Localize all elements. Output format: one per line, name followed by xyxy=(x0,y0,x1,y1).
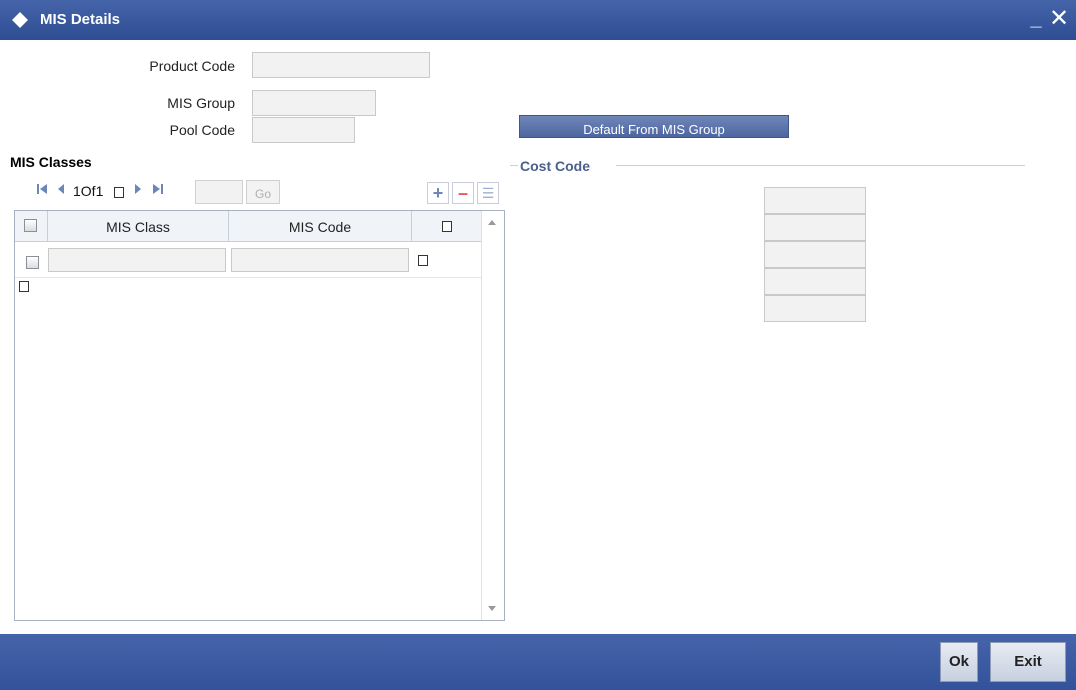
scroll-up-icon[interactable] xyxy=(488,220,496,225)
cost-code-field-3[interactable] xyxy=(764,241,866,268)
diamond-icon xyxy=(12,12,28,28)
mis-details-window: MIS Details _ ✕ Product Code MIS Group P… xyxy=(0,0,1076,690)
delete-row-button[interactable]: – xyxy=(452,182,474,204)
cost-code-legend: Cost Code xyxy=(520,158,590,174)
product-code-field[interactable] xyxy=(252,52,430,78)
grid-glyph-box xyxy=(19,281,29,292)
go-button[interactable]: Go xyxy=(246,180,280,204)
mis-class-input[interactable] xyxy=(48,248,226,272)
window-title: MIS Details xyxy=(40,11,121,28)
cost-code-field-4[interactable] xyxy=(764,268,866,295)
default-from-mis-group-button[interactable]: Default From MIS Group xyxy=(519,115,789,138)
page-number-input[interactable] xyxy=(195,180,243,204)
prev-page-icon[interactable] xyxy=(56,182,66,199)
first-page-icon[interactable] xyxy=(36,182,48,199)
row-glyph-box xyxy=(418,255,428,266)
product-code-label: Product Code xyxy=(149,58,235,74)
grid-header: MIS Class MIS Code xyxy=(15,211,482,242)
page-glyph-box xyxy=(114,187,124,198)
mis-code-input[interactable] xyxy=(231,248,409,272)
table-row xyxy=(15,242,482,278)
footer-bar xyxy=(0,634,1076,690)
cost-code-field-1[interactable] xyxy=(764,187,866,214)
header-glyph-box xyxy=(442,221,452,232)
close-button[interactable]: ✕ xyxy=(1047,6,1071,32)
mis-group-label: MIS Group xyxy=(167,95,235,111)
exit-button[interactable]: Exit xyxy=(990,642,1066,682)
mis-group-field[interactable] xyxy=(252,90,376,116)
add-row-button[interactable]: + xyxy=(427,182,449,204)
ok-button[interactable]: Ok xyxy=(940,642,978,682)
row-checkbox[interactable] xyxy=(26,256,39,269)
next-page-icon[interactable] xyxy=(133,182,143,199)
fieldset-line-right xyxy=(616,165,1025,166)
mis-classes-grid: MIS Class MIS Code xyxy=(14,210,505,621)
single-view-button[interactable]: ☰ xyxy=(477,182,499,204)
pool-code-field[interactable] xyxy=(252,117,355,143)
cost-code-field-2[interactable] xyxy=(764,214,866,241)
select-all-checkbox[interactable] xyxy=(24,219,37,232)
column-header-mis-code: MIS Code xyxy=(288,219,352,235)
title-bar: MIS Details _ ✕ xyxy=(0,0,1076,40)
fieldset-line-left xyxy=(510,165,518,166)
minimize-button[interactable]: _ xyxy=(1026,7,1046,31)
vertical-scrollbar[interactable] xyxy=(481,211,504,620)
mis-classes-title: MIS Classes xyxy=(10,154,92,170)
scroll-down-icon[interactable] xyxy=(488,606,496,611)
column-divider xyxy=(411,211,412,241)
pool-code-label: Pool Code xyxy=(169,122,235,138)
cost-code-field-5[interactable] xyxy=(764,295,866,322)
column-header-mis-class: MIS Class xyxy=(106,219,170,235)
last-page-icon[interactable] xyxy=(152,182,164,199)
page-indicator: 1Of1 xyxy=(73,183,104,199)
